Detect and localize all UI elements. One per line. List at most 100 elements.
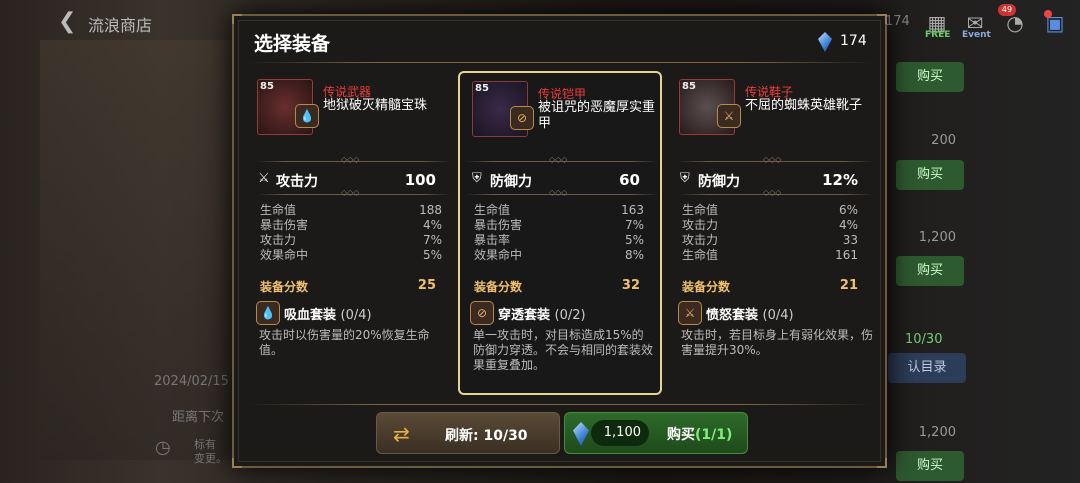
gear-score-value: 25 [417, 278, 436, 293]
corner-ornament [232, 14, 242, 24]
refresh-icon: ⇄ [393, 422, 410, 446]
sub-stat-label: 生命值 [260, 203, 297, 217]
buy-button[interactable]: 1,100 购买(1/1) [564, 412, 748, 454]
sub-stat-label: 攻击力 [260, 233, 297, 247]
item-level: 85 [475, 83, 489, 94]
set-count: (0/4) [340, 308, 372, 323]
gear-score-value: 21 [839, 278, 858, 293]
gem-count: 174 [840, 33, 867, 49]
card-divider [465, 155, 659, 164]
modal-title: 选择装备 [254, 33, 331, 55]
card-divider [679, 155, 873, 164]
item-level: 85 [682, 81, 696, 92]
item-level: 85 [260, 81, 274, 92]
shield-icon: ⛨ [472, 171, 482, 186]
main-stat-label: 防御力 [490, 174, 532, 190]
buy-button-2[interactable]: 购买 [896, 160, 964, 190]
free-label: FREE [925, 30, 951, 40]
item-name: 被诅咒的恶魔厚实重甲 [538, 100, 656, 131]
buy-button-4[interactable]: 购买 [896, 451, 964, 481]
equipment-card-armor[interactable]: 85 ⊘ 传说铠甲 被诅咒的恶魔厚实重甲 ⛨ 防御力 60 生命值163 暴击伤… [458, 71, 662, 395]
sub-stat-value: 188 [419, 203, 442, 217]
set-name: 愤怒套装 (0/4) [706, 304, 794, 323]
gear-score-label: 装备分数 [260, 280, 309, 294]
timer-text: 距离下次 [172, 410, 225, 425]
sub-stat-label: 攻击力 [682, 218, 719, 232]
item-name: 不屈的蜘蛛英雄靴子 [745, 98, 863, 113]
sub-stat-value: 4% [422, 218, 442, 232]
rage-set-icon: ⚔ [678, 301, 702, 325]
sub-stat-label: 暴击率 [474, 233, 511, 247]
set-count: (0/4) [762, 308, 794, 323]
title-divider [248, 62, 873, 63]
price-3: 1,200 [918, 425, 956, 440]
select-equipment-modal: 选择装备 174 85 💧 传说武器 地狱破灭精髓宝珠 ⚔ 攻击力 100 生命… [232, 14, 887, 468]
sub-stat-label: 生命值 [474, 203, 511, 217]
corner-ornament [877, 458, 887, 468]
set-name: 穿透套装 (0/2) [498, 304, 586, 323]
sub-stat-label: 攻击力 [682, 233, 719, 247]
corner-ornament [232, 458, 242, 468]
main-stat-value: 100 [404, 171, 436, 189]
set-description: 单一攻击时，对目标造成15%的防御力穿透。不会与相同的套装效果重复叠加。 [473, 328, 654, 372]
set-name: 吸血套装 (0/4) [284, 304, 372, 323]
buy-label: 购买(1/1) [667, 424, 732, 444]
sub-stat-value: 6% [838, 203, 858, 217]
main-stat-label: 攻击力 [276, 174, 318, 190]
card-divider [679, 188, 873, 197]
shop-title: 流浪商店 [88, 16, 153, 35]
set-description: 攻击时以伤害量的20%恢复生命值。 [259, 328, 430, 357]
desc-partial2: 变更。 [194, 452, 227, 465]
top-currency: 174 [885, 14, 910, 29]
buy-button-1[interactable]: 购买 [896, 62, 964, 92]
price-1: 200 [931, 133, 956, 148]
sword-icon: ⚔ [258, 171, 270, 186]
rage-icon: ⚔ [717, 104, 741, 128]
sub-stat-label: 生命值 [682, 248, 719, 262]
equipment-card-weapon[interactable]: 85 💧 传说武器 地狱破灭精髓宝珠 ⚔ 攻击力 100 生命值188 暴击伤害… [252, 71, 456, 395]
sub-stat-value: 33 [842, 233, 858, 247]
penetration-set-icon: ⊘ [470, 301, 494, 325]
sub-stat-value: 5% [624, 233, 644, 247]
sub-stat-value: 8% [624, 248, 644, 262]
sub-stat-label: 暴击伤害 [474, 218, 523, 232]
main-stat-value: 12% [822, 171, 858, 189]
sub-stat-value: 7% [624, 218, 644, 232]
buy-count: (1/1) [695, 427, 733, 443]
buy-price: 1,100 [591, 420, 649, 446]
date-text: 2024/02/15 [154, 374, 229, 389]
equipment-card-boots[interactable]: 85 ⚔ 传说鞋子 不屈的蜘蛛英雄靴子 ⛨ 防御力 12% 生命值6% 攻击力4… [674, 71, 878, 395]
main-stat-value: 60 [619, 171, 640, 189]
penetration-icon: ⊘ [510, 106, 534, 130]
chat-icon[interactable]: ◔ [1000, 8, 1030, 38]
blood-drop-icon: 💧 [295, 104, 319, 128]
buy-text: 购买 [667, 427, 695, 443]
set-name-text: 愤怒套装 [706, 308, 759, 323]
sub-stat-label: 生命值 [682, 203, 719, 217]
catalog-button[interactable]: 认目录 [888, 353, 966, 383]
corner-ornament [877, 14, 887, 24]
gem-icon [573, 422, 589, 446]
background-art [40, 40, 240, 460]
sub-stat-value: 7% [422, 233, 442, 247]
buy-button-3[interactable]: 购买 [896, 256, 964, 286]
set-name-text: 吸血套装 [284, 308, 337, 323]
shield-icon: ⛨ [680, 171, 690, 186]
set-description: 攻击时，若目标身上有弱化效果，伤害量提升30%。 [681, 328, 874, 357]
card-divider [257, 188, 451, 197]
price-2: 1,200 [918, 230, 956, 245]
event-label: Event [962, 30, 991, 40]
refresh-button[interactable]: ⇄ 刷新: 10/30 [376, 412, 560, 454]
gem-icon [818, 32, 832, 52]
back-arrow-icon[interactable]: ❮ [58, 9, 76, 34]
sub-stat-label: 暴击伤害 [260, 218, 309, 232]
sub-stat-value: 161 [835, 248, 858, 262]
gear-score-label: 装备分数 [474, 280, 523, 294]
main-stat-label: 防御力 [698, 174, 740, 190]
item-name: 地狱破灭精髓宝珠 [323, 98, 428, 113]
lifesteal-set-icon: 💧 [256, 301, 280, 325]
set-name-text: 穿透套装 [498, 308, 551, 323]
card-divider [257, 155, 451, 164]
progress-text: 10/30 [905, 332, 943, 347]
card-divider [465, 188, 659, 197]
